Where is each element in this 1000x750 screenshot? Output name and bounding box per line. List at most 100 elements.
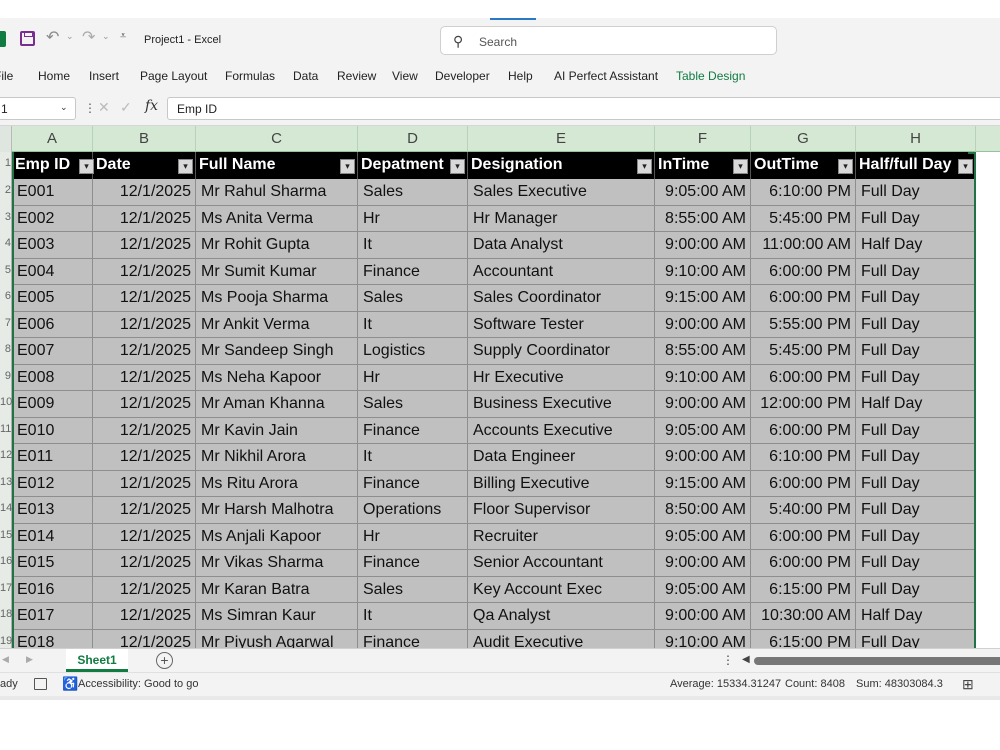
table-cell[interactable]: 5:55:00 PM bbox=[751, 311, 856, 338]
table-cell[interactable]: E003 bbox=[12, 232, 93, 258]
undo-dropdown-icon[interactable]: ⌄ bbox=[66, 31, 74, 42]
column-header-e[interactable]: E bbox=[468, 126, 655, 152]
table-cell[interactable]: 6:10:00 PM bbox=[751, 179, 856, 205]
table-cell[interactable]: Sales bbox=[358, 576, 468, 603]
row-header[interactable]: 9 bbox=[0, 370, 12, 382]
table-cell[interactable]: 6:00:00 PM bbox=[751, 417, 856, 444]
table-cell[interactable]: E013 bbox=[12, 497, 93, 523]
row-header[interactable]: 6 bbox=[0, 290, 12, 302]
column-header-c[interactable]: C bbox=[196, 126, 358, 152]
table-cell[interactable]: Billing Executive bbox=[468, 470, 655, 497]
table-cell[interactable]: Full Day bbox=[856, 629, 976, 648]
table-cell[interactable]: Full Day bbox=[856, 444, 976, 470]
table-cell[interactable]: 9:00:00 AM bbox=[655, 603, 751, 629]
scroll-left-icon[interactable]: ◀ bbox=[742, 654, 750, 665]
tab-file[interactable]: File bbox=[0, 69, 13, 83]
normal-view-icon[interactable]: ⊞ bbox=[962, 676, 974, 693]
table-cell[interactable]: E006 bbox=[12, 311, 93, 338]
table-cell[interactable]: Mr Vikas Sharma bbox=[196, 550, 358, 576]
save-icon[interactable] bbox=[20, 31, 35, 46]
table-cell[interactable]: 9:00:00 AM bbox=[655, 550, 751, 576]
cell-mode-icon[interactable] bbox=[34, 678, 47, 690]
status-accessibility[interactable]: Accessibility: Good to go bbox=[78, 678, 198, 690]
next-sheet-icon[interactable]: ▶ bbox=[26, 654, 33, 665]
previous-sheet-icon[interactable]: ◀ bbox=[2, 654, 9, 665]
table-cell[interactable]: Full Day bbox=[856, 179, 976, 205]
table-cell[interactable]: Full Day bbox=[856, 311, 976, 338]
tab-formulas[interactable]: Formulas bbox=[225, 69, 275, 83]
table-cell[interactable]: Hr bbox=[358, 205, 468, 232]
add-sheet-icon[interactable]: + bbox=[156, 652, 173, 669]
table-cell[interactable]: Full Day bbox=[856, 576, 976, 603]
table-cell[interactable]: 8:55:00 AM bbox=[655, 338, 751, 364]
table-header-cell[interactable]: Full Name bbox=[196, 152, 358, 179]
table-cell[interactable]: Mr Karan Batra bbox=[196, 576, 358, 603]
table-cell[interactable]: Mr Rohit Gupta bbox=[196, 232, 358, 258]
row-header[interactable]: 13 bbox=[0, 476, 12, 488]
row-header[interactable]: 2 bbox=[0, 184, 12, 196]
filter-dropdown-icon[interactable]: ▾ bbox=[733, 159, 748, 174]
table-cell[interactable]: Sales bbox=[358, 285, 468, 311]
table-cell[interactable]: It bbox=[358, 603, 468, 629]
table-cell[interactable]: Half Day bbox=[856, 391, 976, 417]
row-header[interactable]: 1 bbox=[0, 157, 12, 169]
table-cell[interactable]: 5:45:00 PM bbox=[751, 338, 856, 364]
column-header-d[interactable]: D bbox=[358, 126, 468, 152]
table-cell[interactable]: Ms Pooja Sharma bbox=[196, 285, 358, 311]
table-cell[interactable]: 10:30:00 AM bbox=[751, 603, 856, 629]
table-cell[interactable]: 12:00:00 PM bbox=[751, 391, 856, 417]
table-cell[interactable]: Data Engineer bbox=[468, 444, 655, 470]
row-header[interactable]: 5 bbox=[0, 264, 12, 276]
table-cell[interactable]: 12/1/2025 bbox=[93, 179, 196, 205]
table-cell[interactable]: E016 bbox=[12, 576, 93, 603]
table-cell[interactable]: Audit Executive bbox=[468, 629, 655, 648]
table-cell[interactable]: Finance bbox=[358, 470, 468, 497]
undo-icon[interactable]: ↶ bbox=[46, 27, 59, 47]
table-cell[interactable]: Full Day bbox=[856, 417, 976, 444]
table-cell[interactable]: Floor Supervisor bbox=[468, 497, 655, 523]
table-cell[interactable]: Sales Coordinator bbox=[468, 285, 655, 311]
table-cell[interactable]: 12/1/2025 bbox=[93, 576, 196, 603]
table-cell[interactable]: 6:00:00 PM bbox=[751, 550, 856, 576]
table-cell[interactable]: 12/1/2025 bbox=[93, 311, 196, 338]
table-cell[interactable]: Full Day bbox=[856, 364, 976, 391]
column-header-g[interactable]: G bbox=[751, 126, 856, 152]
tab-review[interactable]: Review bbox=[337, 69, 376, 83]
table-cell[interactable]: Mr Aman Khanna bbox=[196, 391, 358, 417]
table-cell[interactable]: It bbox=[358, 311, 468, 338]
filter-dropdown-icon[interactable]: ▾ bbox=[178, 159, 193, 174]
table-cell[interactable]: 6:00:00 PM bbox=[751, 523, 856, 550]
table-cell[interactable]: It bbox=[358, 232, 468, 258]
table-cell[interactable]: Full Day bbox=[856, 338, 976, 364]
table-cell[interactable]: Half Day bbox=[856, 603, 976, 629]
table-cell[interactable]: Sales bbox=[358, 391, 468, 417]
table-cell[interactable]: 9:15:00 AM bbox=[655, 285, 751, 311]
table-cell[interactable]: E017 bbox=[12, 603, 93, 629]
table-cell[interactable]: 6:10:00 PM bbox=[751, 444, 856, 470]
table-cell[interactable]: 9:10:00 AM bbox=[655, 629, 751, 648]
table-cell[interactable]: 6:15:00 PM bbox=[751, 576, 856, 603]
table-cell[interactable]: 12/1/2025 bbox=[93, 258, 196, 285]
table-cell[interactable]: E007 bbox=[12, 338, 93, 364]
column-header-b[interactable]: B bbox=[93, 126, 196, 152]
table-cell[interactable]: 12/1/2025 bbox=[93, 444, 196, 470]
table-cell[interactable]: 9:00:00 AM bbox=[655, 391, 751, 417]
tab-data[interactable]: Data bbox=[293, 69, 318, 83]
table-cell[interactable]: E012 bbox=[12, 470, 93, 497]
filter-dropdown-icon[interactable]: ▾ bbox=[838, 159, 853, 174]
table-cell[interactable]: Logistics bbox=[358, 338, 468, 364]
tab-developer[interactable]: Developer bbox=[435, 69, 490, 83]
row-header[interactable]: 19 bbox=[0, 635, 12, 647]
table-cell[interactable]: Ms Anjali Kapoor bbox=[196, 523, 358, 550]
table-cell[interactable]: 9:05:00 AM bbox=[655, 179, 751, 205]
tab-view[interactable]: View bbox=[392, 69, 418, 83]
table-cell[interactable]: Key Account Exec bbox=[468, 576, 655, 603]
table-cell[interactable]: Finance bbox=[358, 417, 468, 444]
customize-toolbar-icon[interactable]: ⩡ bbox=[120, 30, 126, 43]
table-cell[interactable]: 12/1/2025 bbox=[93, 497, 196, 523]
table-cell[interactable]: 5:45:00 PM bbox=[751, 205, 856, 232]
cancel-icon[interactable]: ✕ bbox=[98, 99, 110, 116]
table-cell[interactable]: It bbox=[358, 444, 468, 470]
redo-dropdown-icon[interactable]: ⌄ bbox=[102, 31, 110, 42]
row-header[interactable]: 16 bbox=[0, 555, 12, 567]
